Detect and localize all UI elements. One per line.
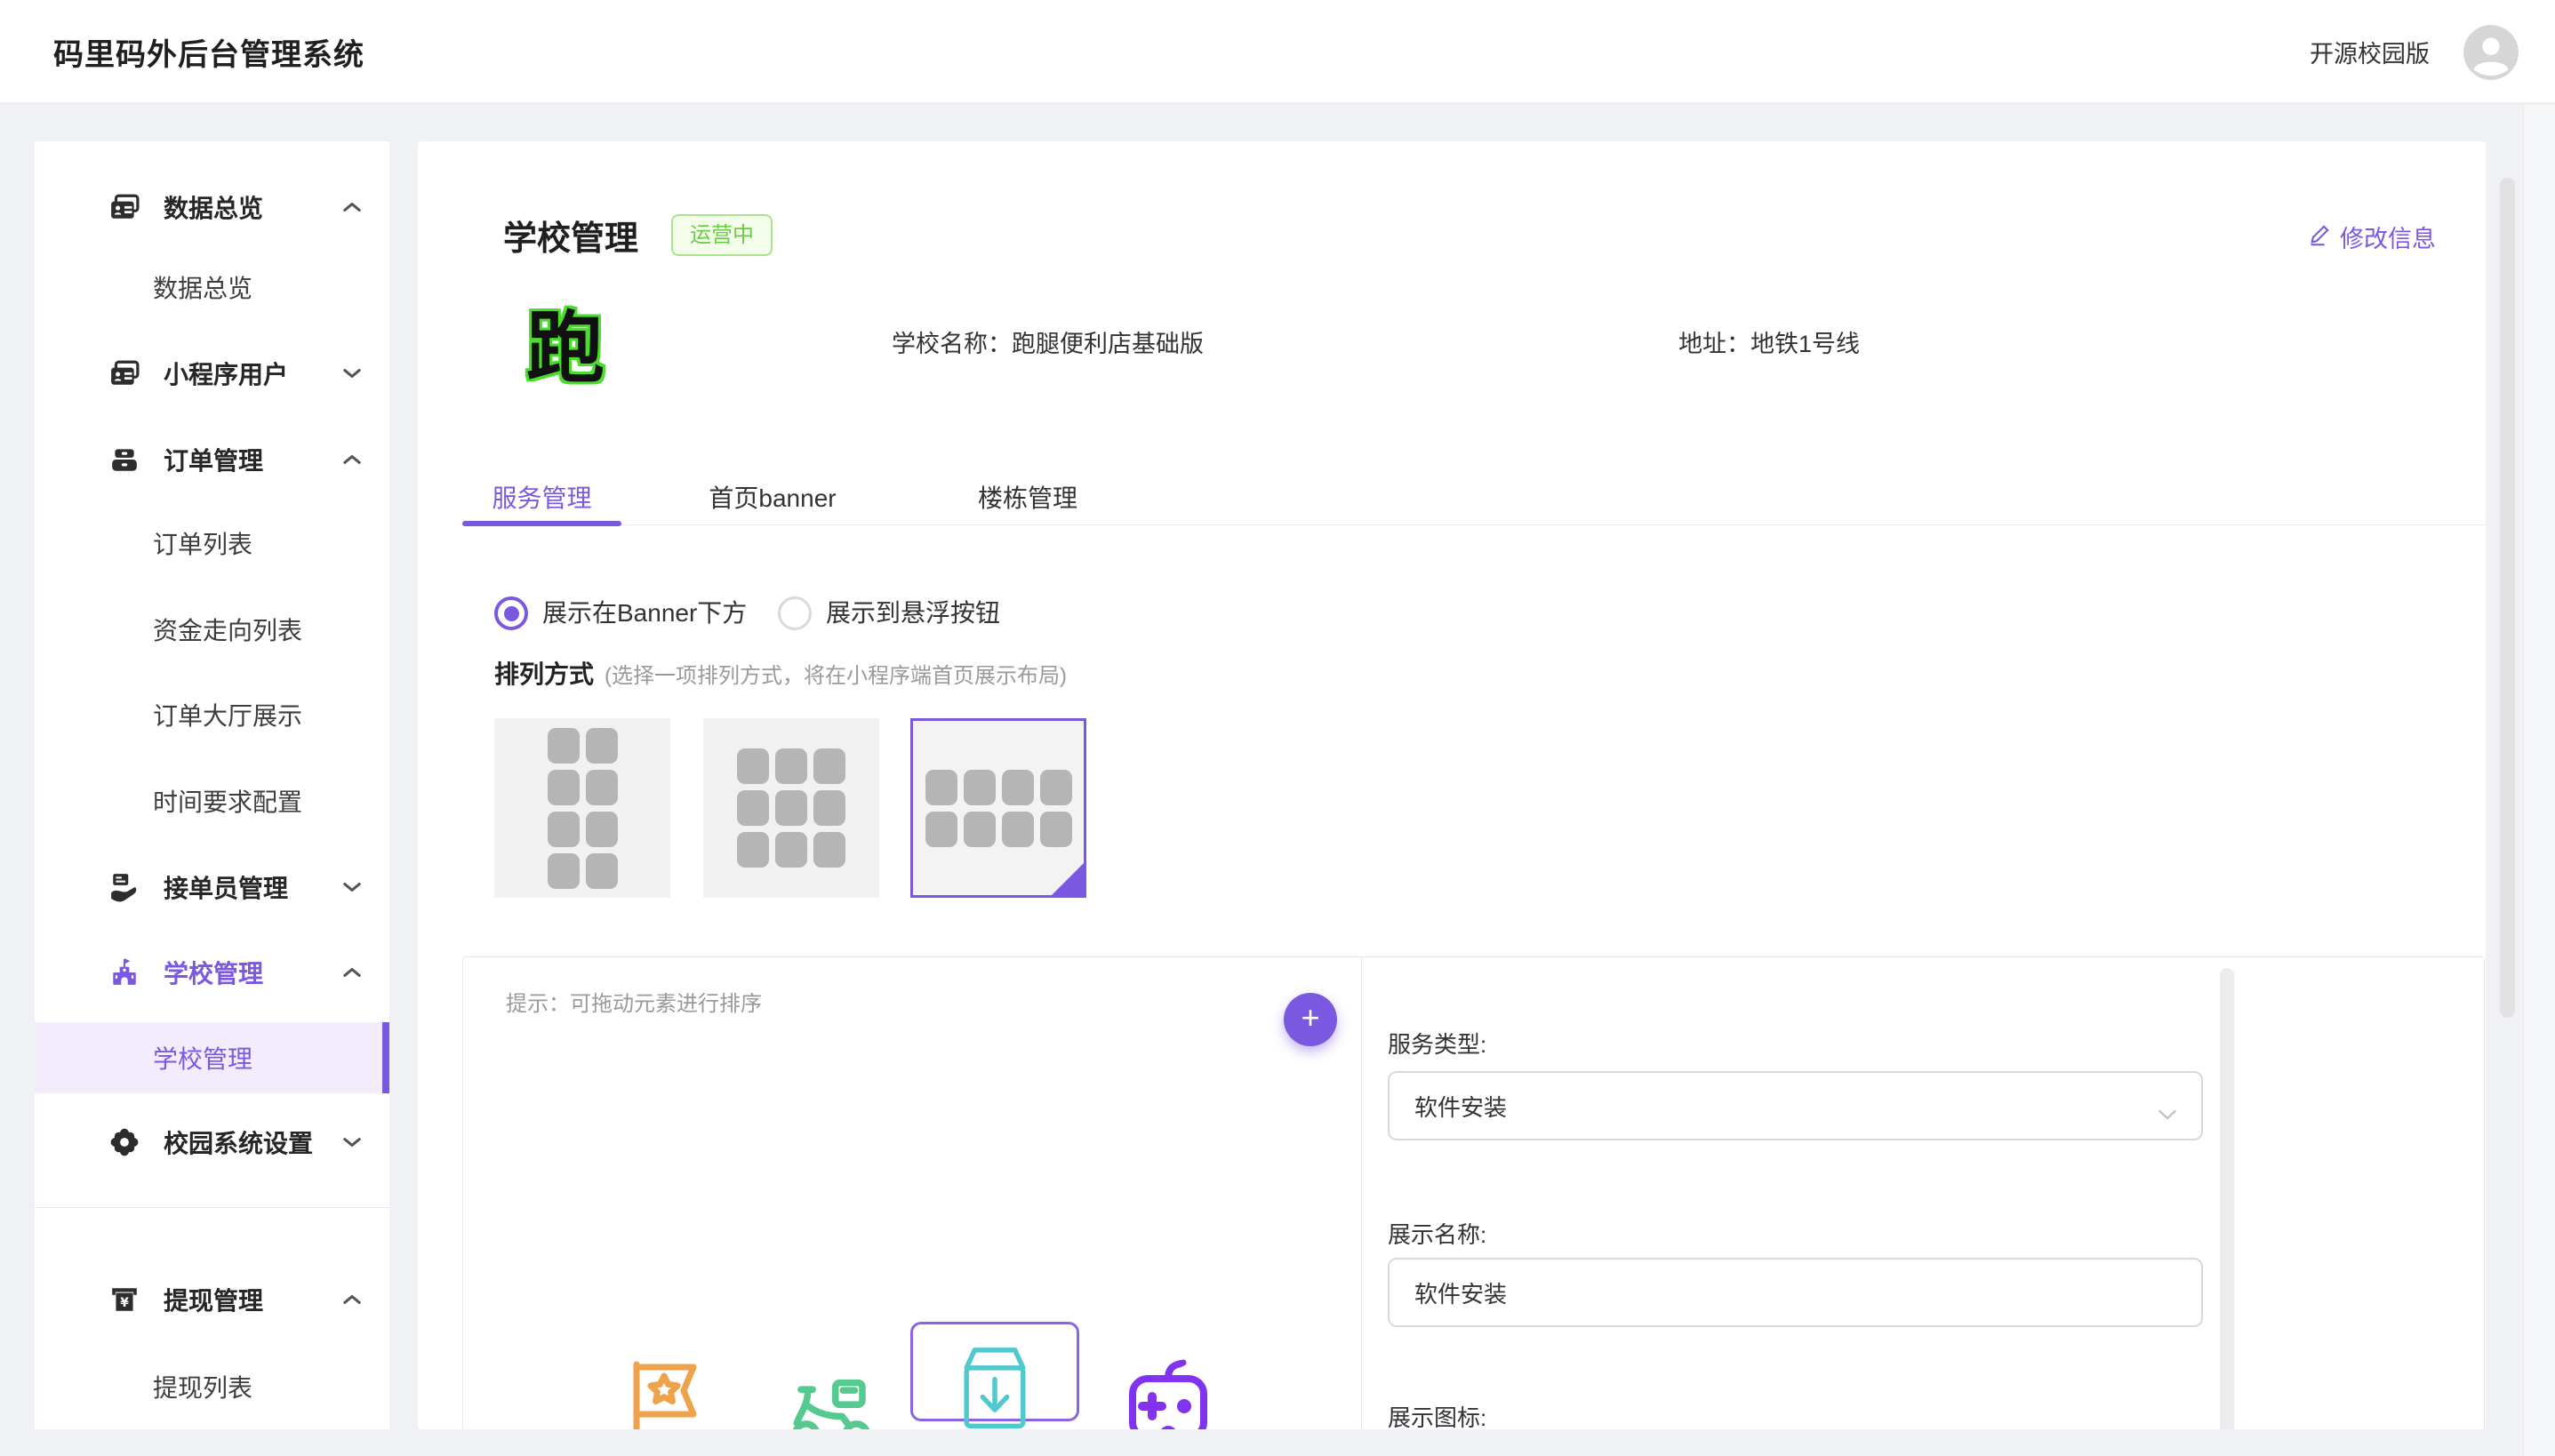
service-editor-container: 提示：可拖动元素进行排序 + 服务类型: 软件安装 展示名称: (462, 956, 2485, 1429)
tab-building-management[interactable]: 楼栋管理 (975, 479, 1080, 515)
user-avatar[interactable] (2463, 25, 2519, 80)
layout-grid-preview (548, 728, 618, 889)
form-panel-scrollbar[interactable] (2220, 968, 2234, 1429)
school-name-field: 学校名称：跑腿便利店基础版 (892, 326, 1204, 362)
screen: 码里码外后台管理系统 开源校园版 数据总览 数据总览 小程序用户 订单管理 订单… (0, 0, 2555, 1456)
sidebar-subitem-order-list[interactable]: 订单列表 (35, 508, 389, 579)
sidebar-subitem-school-management[interactable]: 学校管理 (35, 1022, 389, 1093)
drag-hint-text: 提示：可拖动元素进行排序 (506, 986, 762, 1017)
school-logo: 跑 (523, 306, 608, 391)
app-header: 码里码外后台管理系统 开源校园版 (0, 0, 2555, 104)
edit-info-link[interactable]: 修改信息 (2308, 220, 2436, 254)
sidebar-item-courier-management[interactable]: 接单员管理 (35, 852, 389, 923)
chevron-down-icon (342, 367, 362, 380)
sidebar-item-order-management[interactable]: 订单管理 (35, 424, 389, 495)
tab-service-management[interactable]: 服务管理 (462, 479, 621, 515)
radio-unselected-icon (778, 596, 812, 630)
chevron-up-icon (342, 1293, 362, 1306)
layout-option-2x4[interactable] (494, 718, 670, 898)
sidebar-divider (35, 1207, 389, 1208)
page-title: 学校管理 (503, 211, 638, 260)
selected-service-box[interactable] (910, 1322, 1079, 1421)
layout-option-3x3[interactable] (703, 718, 879, 898)
chevron-up-icon (342, 201, 362, 213)
chevron-down-icon (342, 881, 362, 893)
main-panel: 学校管理 运营中 修改信息 跑 学校名称：跑腿便利店基础版 地址：地铁1号线 服… (418, 141, 2486, 1429)
service-type-select[interactable]: 软件安装 (1388, 1071, 2203, 1140)
scooter-icon[interactable] (785, 1365, 877, 1429)
chevron-up-icon (342, 453, 362, 466)
edition-label: 开源校园版 (2310, 0, 2430, 104)
sidebar-item-data-overview[interactable]: 数据总览 (35, 172, 389, 243)
sidebar: 数据总览 数据总览 小程序用户 订单管理 订单列表 资金走向列表 订单大厅展示 … (35, 141, 389, 1429)
select-chevron-down-icon (2157, 1100, 2178, 1127)
box-download-icon (948, 1340, 1042, 1429)
radio-selected-icon (494, 596, 528, 630)
add-service-button[interactable]: + (1284, 993, 1337, 1046)
sidebar-subitem-data-overview[interactable]: 数据总览 (35, 252, 389, 323)
sidebar-subitem-order-hall-display[interactable]: 订单大厅展示 (35, 679, 389, 750)
layout-grid-preview (737, 748, 845, 868)
user-icon (2463, 68, 2519, 80)
pencil-icon (2308, 221, 2333, 252)
id-cards-icon (109, 358, 140, 388)
status-badge: 运营中 (671, 214, 773, 256)
gear-flower-icon (109, 1127, 140, 1157)
sidebar-subitem-fund-flow-list[interactable]: 资金走向列表 (35, 594, 389, 665)
editor-divider (1361, 957, 1362, 1429)
layout-option-4x2-selected[interactable] (910, 718, 1086, 898)
sidebar-item-miniprogram-users[interactable]: 小程序用户 (35, 338, 389, 409)
sidebar-subitem-time-requirement-config[interactable]: 时间要求配置 (35, 765, 389, 836)
service-type-label: 服务类型: (1388, 1027, 1486, 1060)
tab-home-banner[interactable]: 首页banner (707, 479, 838, 515)
hand-card-icon (109, 872, 140, 902)
radio-show-below-banner[interactable]: 展示在Banner下方 (494, 596, 747, 630)
display-name-input[interactable]: 软件安装 (1388, 1258, 2203, 1327)
radio-show-floating-button[interactable]: 展示到悬浮按钮 (778, 596, 1000, 630)
app-title: 码里码外后台管理系统 (53, 0, 364, 104)
svg-text:¥: ¥ (120, 1296, 129, 1310)
school-address-field: 地址：地铁1号线 (1678, 326, 1860, 362)
flag-icon[interactable] (622, 1352, 708, 1429)
arrangement-header: 排列方式 (选择一项排列方式，将在小程序端首页展示布局) (494, 655, 1067, 691)
sidebar-item-withdraw-management[interactable]: ¥ 提现管理 (35, 1264, 389, 1335)
chevron-down-icon (342, 1136, 362, 1148)
id-cards-icon (109, 192, 140, 222)
school-building-icon (109, 957, 140, 988)
tab-active-indicator (462, 521, 621, 526)
sidebar-subitem-withdraw-list[interactable]: 提现列表 (35, 1351, 389, 1422)
display-icon-label: 展示图标: (1388, 1400, 1486, 1429)
drawer-icon (109, 444, 140, 475)
display-name-label: 展示名称: (1388, 1217, 1486, 1250)
atm-yuan-icon: ¥ (109, 1284, 140, 1315)
chevron-up-icon (342, 966, 362, 979)
sidebar-item-campus-system-settings[interactable]: 校园系统设置 (35, 1107, 389, 1178)
page-scrollbar-thumb[interactable] (2500, 178, 2515, 1018)
sidebar-item-school-management[interactable]: 学校管理 (35, 937, 389, 1008)
layout-grid-preview (925, 770, 1072, 847)
page-scrollbar-track (2523, 105, 2555, 1456)
tab-divider-line (462, 524, 2486, 525)
gamepad-icon[interactable] (1124, 1356, 1213, 1429)
